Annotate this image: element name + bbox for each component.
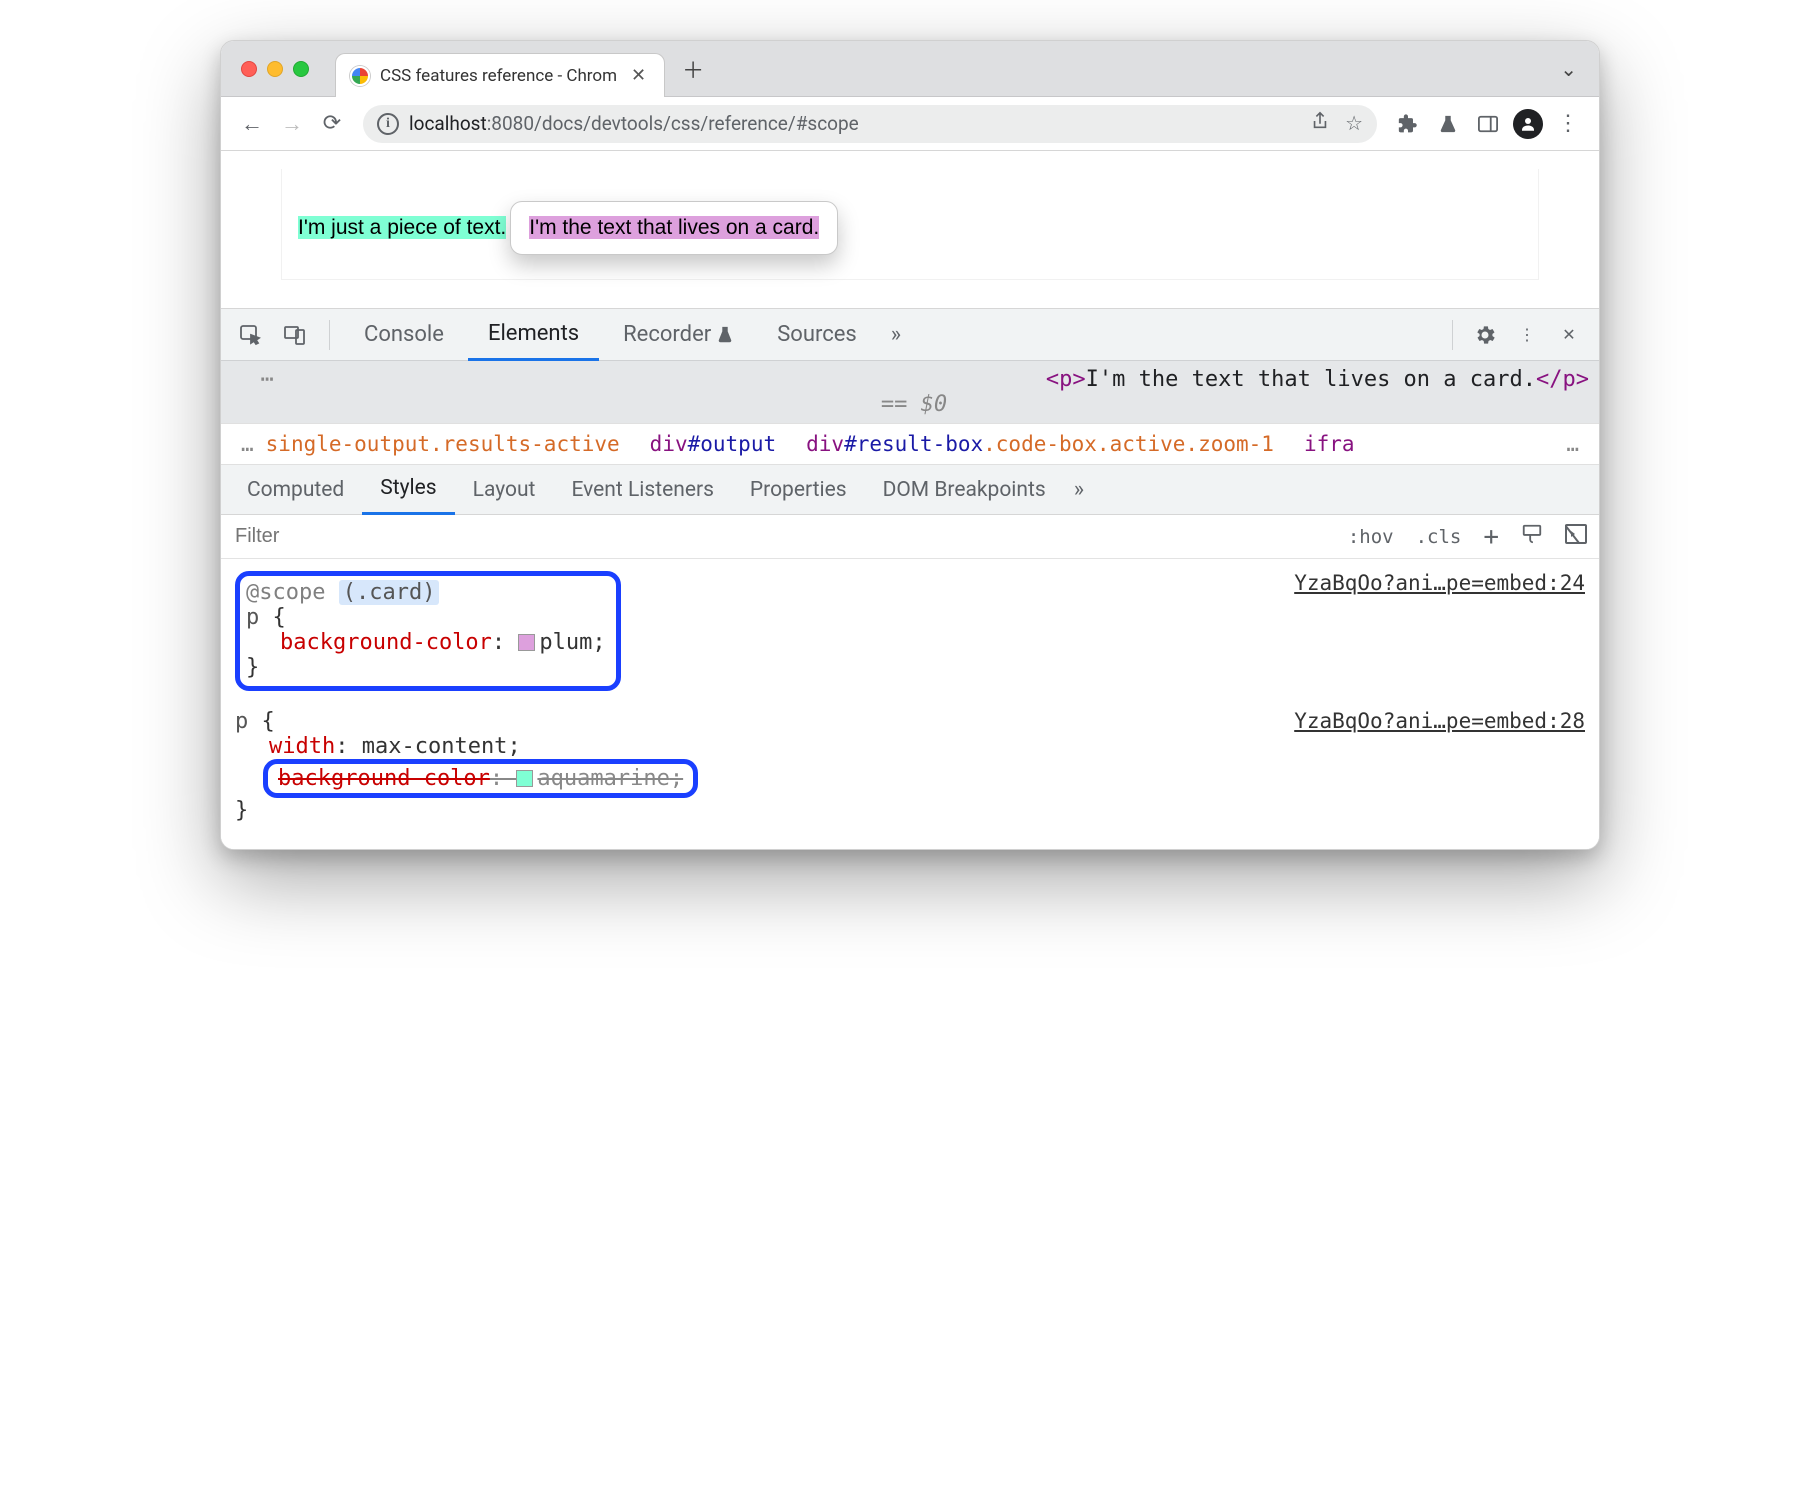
tab-sources[interactable]: Sources xyxy=(757,309,877,361)
extensions-icon[interactable] xyxy=(1391,107,1425,141)
annotation-highlight: @scope (.card) p { background-color: plu… xyxy=(235,571,621,691)
minimize-window-button[interactable] xyxy=(267,61,283,77)
scope-argument: (.card) xyxy=(339,580,440,605)
inspect-element-icon[interactable] xyxy=(231,315,271,355)
styles-subtabs: Computed Styles Layout Event Listeners P… xyxy=(221,465,1599,515)
tag-open: <p> xyxy=(1046,367,1086,392)
tab-recorder[interactable]: Recorder xyxy=(603,309,753,361)
chrome-favicon-icon xyxy=(350,66,370,86)
site-info-icon[interactable]: i xyxy=(377,113,399,135)
card-paragraph: I'm the text that lives on a card. xyxy=(529,216,819,239)
tab-elements[interactable]: Elements xyxy=(468,309,599,361)
color-swatch-icon[interactable] xyxy=(518,634,535,651)
page-content: I'm just a piece of text. I'm the text t… xyxy=(281,169,1539,280)
avatar-icon xyxy=(1513,109,1543,139)
traffic-lights xyxy=(241,61,309,77)
flask-icon xyxy=(717,326,733,344)
elements-breadcrumb[interactable]: … single-output.results-active div#outpu… xyxy=(221,423,1599,465)
back-button[interactable]: ← xyxy=(235,107,269,141)
share-icon[interactable] xyxy=(1311,111,1329,136)
subtabs-more-button[interactable]: » xyxy=(1064,477,1094,502)
subtab-computed[interactable]: Computed xyxy=(229,465,362,515)
node-text: I'm the text that lives on a card. xyxy=(1086,367,1536,392)
devtools: Console Elements Recorder Sources » ⋮ ✕ … xyxy=(221,309,1599,849)
color-swatch-icon xyxy=(516,770,533,787)
paint-brush-icon[interactable] xyxy=(1517,521,1547,552)
settings-icon[interactable] xyxy=(1465,315,1505,355)
subtab-event-listeners[interactable]: Event Listeners xyxy=(553,465,731,515)
browser-window: CSS features reference - Chrom ✕ ＋ ⌄ ← →… xyxy=(220,40,1600,850)
source-link[interactable]: YzaBqOo?ani…pe=embed:28 xyxy=(1294,709,1585,733)
css-property: background-color xyxy=(278,766,490,791)
forward-button[interactable]: → xyxy=(275,107,309,141)
bookmark-icon[interactable]: ☆ xyxy=(1345,111,1363,136)
close-window-button[interactable] xyxy=(241,61,257,77)
address-bar[interactable]: i localhost:8080/docs/devtools/css/refer… xyxy=(363,105,1377,143)
new-style-rule-button[interactable]: + xyxy=(1479,520,1503,554)
page-viewport: I'm just a piece of text. I'm the text t… xyxy=(221,151,1599,309)
tabs-more-button[interactable]: » xyxy=(881,322,911,347)
source-link[interactable]: YzaBqOo?ani…pe=embed:24 xyxy=(1294,571,1585,595)
subtab-layout[interactable]: Layout xyxy=(455,465,554,515)
paragraph-1: I'm just a piece of text. xyxy=(298,216,506,239)
styles-pane: YzaBqOo?ani…pe=embed:24 @scope (.card) p… xyxy=(221,559,1599,849)
devtools-tabbar: Console Elements Recorder Sources » ⋮ ✕ xyxy=(221,309,1599,361)
hov-toggle[interactable]: :hov xyxy=(1344,524,1398,550)
maximize-window-button[interactable] xyxy=(293,61,309,77)
devtools-menu-button[interactable]: ⋮ xyxy=(1507,315,1547,355)
chrome-menu-button[interactable]: ⋮ xyxy=(1551,107,1585,141)
url-port: :8080 xyxy=(487,112,534,135)
side-panel-icon[interactable] xyxy=(1471,107,1505,141)
card: I'm the text that lives on a card. xyxy=(510,201,838,255)
selector: p xyxy=(235,709,248,734)
tabs-overflow-button[interactable]: ⌄ xyxy=(1550,53,1587,85)
styles-filter-row: :hov .cls + xyxy=(221,515,1599,559)
css-value[interactable]: max-content xyxy=(362,734,508,759)
device-toolbar-icon[interactable] xyxy=(275,315,315,355)
crumb-item[interactable]: single-output.results-active xyxy=(266,432,620,456)
labs-icon[interactable] xyxy=(1431,107,1465,141)
crumb-next-icon[interactable]: … xyxy=(1560,432,1585,456)
crumb-prev-icon[interactable]: … xyxy=(235,432,260,456)
tag-close: </p> xyxy=(1536,367,1589,392)
toggle-sidebar-icon[interactable] xyxy=(1561,522,1591,551)
profile-button[interactable] xyxy=(1511,107,1545,141)
subtab-styles[interactable]: Styles xyxy=(362,465,454,515)
css-property[interactable]: background-color xyxy=(280,630,492,655)
css-value[interactable]: plum xyxy=(539,630,592,655)
browser-tab[interactable]: CSS features reference - Chrom ✕ xyxy=(335,53,665,97)
eq-dollar-zero: == $0 xyxy=(881,392,947,417)
css-value: aquamarine xyxy=(537,766,669,791)
subtab-dom-breakpoints[interactable]: DOM Breakpoints xyxy=(865,465,1064,515)
reload-button[interactable]: ⟳ xyxy=(315,107,349,141)
tab-title: CSS features reference - Chrom xyxy=(380,66,617,86)
crumb-item[interactable]: div#result-box.code-box.active.zoom-1 xyxy=(806,432,1274,456)
subtab-properties[interactable]: Properties xyxy=(732,465,865,515)
titlebar: CSS features reference - Chrom ✕ ＋ ⌄ xyxy=(221,41,1599,97)
at-rule: @scope xyxy=(246,580,325,605)
cls-toggle[interactable]: .cls xyxy=(1412,524,1466,550)
crumb-item[interactable]: ifra xyxy=(1304,432,1355,456)
overridden-declaration[interactable]: background-color: aquamarine; xyxy=(278,766,683,791)
devtools-close-button[interactable]: ✕ xyxy=(1549,315,1589,355)
close-tab-button[interactable]: ✕ xyxy=(627,63,650,88)
styles-filter-input[interactable] xyxy=(229,521,1336,552)
css-rule[interactable]: YzaBqOo?ani…pe=embed:28 p { width: max-c… xyxy=(229,705,1591,827)
annotation-highlight: background-color: aquamarine; xyxy=(263,759,698,798)
url-path: /docs/devtools/css/reference/#scope xyxy=(534,112,859,135)
css-property[interactable]: width xyxy=(269,734,335,759)
ellipsis-icon: ⋯ xyxy=(261,367,276,392)
elements-selected-node[interactable]: ⋯ <p>I'm the text that lives on a card.<… xyxy=(221,361,1599,423)
selector: p xyxy=(246,605,259,630)
toolbar: ← → ⟳ i localhost:8080/docs/devtools/css… xyxy=(221,97,1599,151)
url-host: localhost xyxy=(409,112,487,135)
url-text: localhost:8080/docs/devtools/css/referen… xyxy=(409,112,859,135)
crumb-item[interactable]: div#output xyxy=(650,432,776,456)
tab-recorder-label: Recorder xyxy=(623,322,711,347)
tab-console[interactable]: Console xyxy=(344,309,464,361)
css-rule[interactable]: YzaBqOo?ani…pe=embed:24 @scope (.card) p… xyxy=(229,567,1591,695)
new-tab-button[interactable]: ＋ xyxy=(679,55,707,83)
omnibox-actions: ☆ xyxy=(1311,111,1363,136)
